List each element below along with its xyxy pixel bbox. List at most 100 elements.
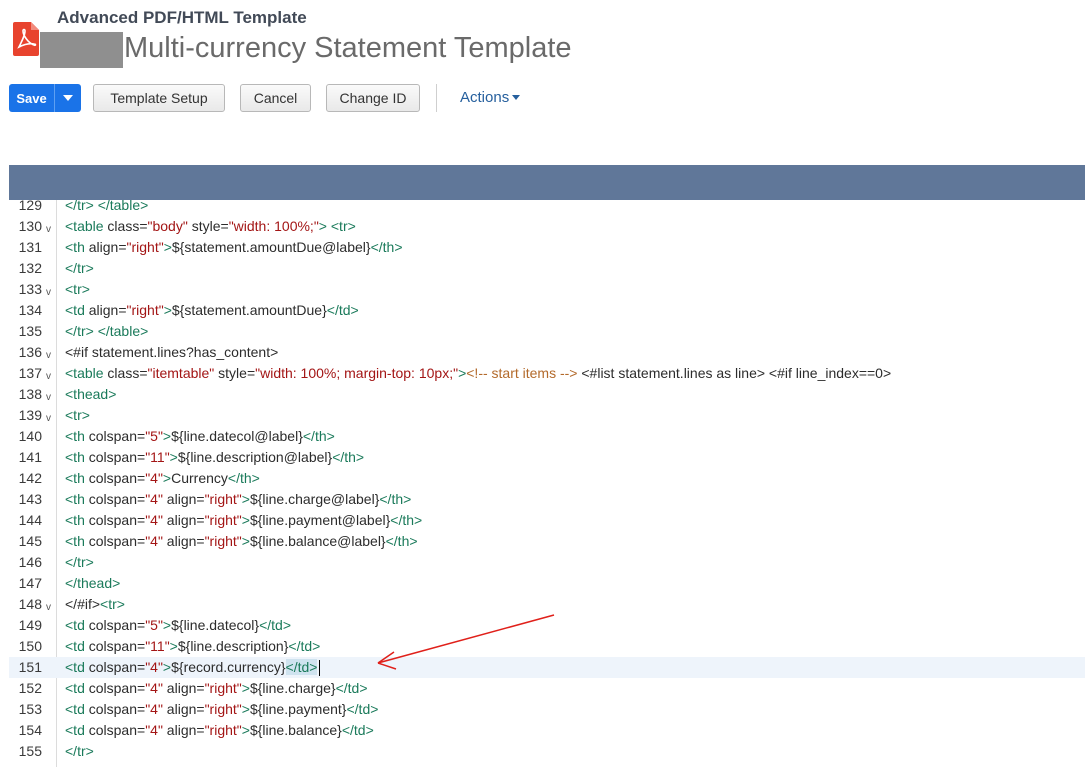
text-cursor [319,660,321,677]
code-token: colspan= [84,638,146,654]
code-line[interactable]: 135 </tr> </table> [9,321,1085,342]
line-number: 149 [18,617,42,633]
code-token: </th> [390,512,423,528]
code-line[interactable]: 147 </thead> [9,573,1085,594]
code-token: colspan= [84,491,146,507]
code-token: "4" [145,722,163,738]
code-text: </tr> [65,741,94,762]
code-line[interactable]: 129 </tr> </table> [9,200,1085,216]
code-token: align= [162,680,205,696]
code-token: <td [65,701,85,717]
code-text: <thead> [65,384,116,405]
code-token: align= [162,533,205,549]
code-token: "width: 100%;" [228,218,319,234]
code-token: ${statement.amountDue@label} [171,239,371,255]
code-token: ${line.description} [177,638,289,654]
code-token: "11" [145,638,170,654]
record-type-label: Advanced PDF/HTML Template [57,8,307,27]
line-number: 136 [18,344,42,360]
code-token: > [241,512,250,528]
code-token: ${line.charge@label} [249,491,380,507]
code-line[interactable]: 153 <td colspan="4" align="right">${line.… [9,699,1085,720]
code-line[interactable]: 143 <th colspan="4" align="right">${line.… [9,489,1085,510]
code-token: colspan= [84,428,146,444]
code-token: <th [65,428,85,444]
change-id-button[interactable]: Change ID [326,84,420,112]
code-token: ${statement.amountDue} [171,302,327,318]
cancel-button[interactable]: Cancel [240,84,311,112]
code-token: "right" [126,302,164,318]
pdf-icon [13,22,39,56]
code-token: <!-- start items --> [466,365,578,381]
code-token: > [162,470,172,486]
code-line[interactable]: 136 v <#if statement.lines?has_content> [9,342,1085,363]
code-line[interactable]: 131 <th align="right">${statement.amountD… [9,237,1085,258]
code-token: colspan= [84,470,146,486]
code-token: </#if> [65,596,101,612]
code-line[interactable]: 142 <th colspan="4">Currency</th> [9,468,1085,489]
code-line[interactable]: 155 </tr> [9,741,1085,762]
code-line[interactable]: 138 v <thead> [9,384,1085,405]
code-token: ${line.balance@label} [249,533,386,549]
code-token: "5" [145,617,163,633]
code-token: <th [65,449,85,465]
code-line[interactable]: 133 v <tr> [9,279,1085,300]
code-token: style= [214,365,256,381]
code-token: class= [103,218,148,234]
code-token: </td> [341,722,374,738]
code-line[interactable]: 154 <td colspan="4" align="right">${line.… [9,720,1085,741]
code-text: <th colspan="4" align="right">${line.cha… [65,489,411,510]
caret-down-icon [63,95,73,101]
highlighted-token: </td> [285,659,318,675]
line-number: 132 [18,260,42,276]
code-token: <thead> [65,386,117,402]
code-token: > [241,722,250,738]
save-dropdown-button[interactable] [55,84,81,112]
line-number: 153 [18,701,42,717]
code-token: </tr> [65,260,94,276]
code-line[interactable]: 144 <th colspan="4" align="right">${line.… [9,510,1085,531]
code-token: > [163,302,172,318]
code-line[interactable]: 140 <th colspan="5">${line.datecol@label}… [9,426,1085,447]
code-token: align= [162,701,205,717]
code-text: </thead> [65,573,120,594]
code-token: "right" [204,512,242,528]
code-line[interactable]: 145 <th colspan="4" align="right">${line.… [9,531,1085,552]
code-token: ${line.payment} [249,701,347,717]
code-token: colspan= [84,701,146,717]
code-line[interactable]: 139 v <tr> [9,405,1085,426]
code-token: colspan= [84,617,146,633]
code-token: <th [65,470,85,486]
template-setup-button[interactable]: Template Setup [93,84,225,112]
code-token: <#if statement.lines?has_content> [65,344,279,360]
code-token: <td [65,302,85,318]
line-number: 141 [18,449,42,465]
code-token: align= [162,722,205,738]
actions-menu[interactable]: Actions [460,89,521,106]
code-token: "right" [204,701,242,717]
code-line[interactable]: 146 </tr> [9,552,1085,573]
code-line[interactable]: 137 v <table class="itemtable" style="widt… [9,363,1085,384]
code-token: <tr> [100,596,125,612]
line-number: 147 [18,575,42,591]
code-token: <table [65,365,104,381]
code-text: <td colspan="5">${line.datecol}</td> [65,615,291,636]
code-line[interactable]: 130 v <table class="body" style="width: 10… [9,216,1085,237]
save-button[interactable]: Save [9,84,55,112]
code-token: </tr> [65,743,94,759]
line-number: 130 [18,218,42,234]
editor-toolbar [9,165,1085,200]
code-text: <tr> [65,279,90,300]
code-text: <td colspan="4" align="right">${line.pay… [65,699,378,720]
line-number: 145 [18,533,42,549]
code-line[interactable]: 134 <td align="right">${statement.amountD… [9,300,1085,321]
caret-down-icon [512,95,521,100]
code-token: "right" [126,239,164,255]
code-text: <th align="right">${statement.amountDue@… [65,237,403,258]
page-title: Multi-currency Statement Template [124,32,572,64]
code-line[interactable]: 141 <th colspan="11">${line.description@l… [9,447,1085,468]
code-token: "4" [145,680,163,696]
line-number: 134 [18,302,42,318]
code-token: "11" [145,449,170,465]
code-line[interactable]: 132 </tr> [9,258,1085,279]
